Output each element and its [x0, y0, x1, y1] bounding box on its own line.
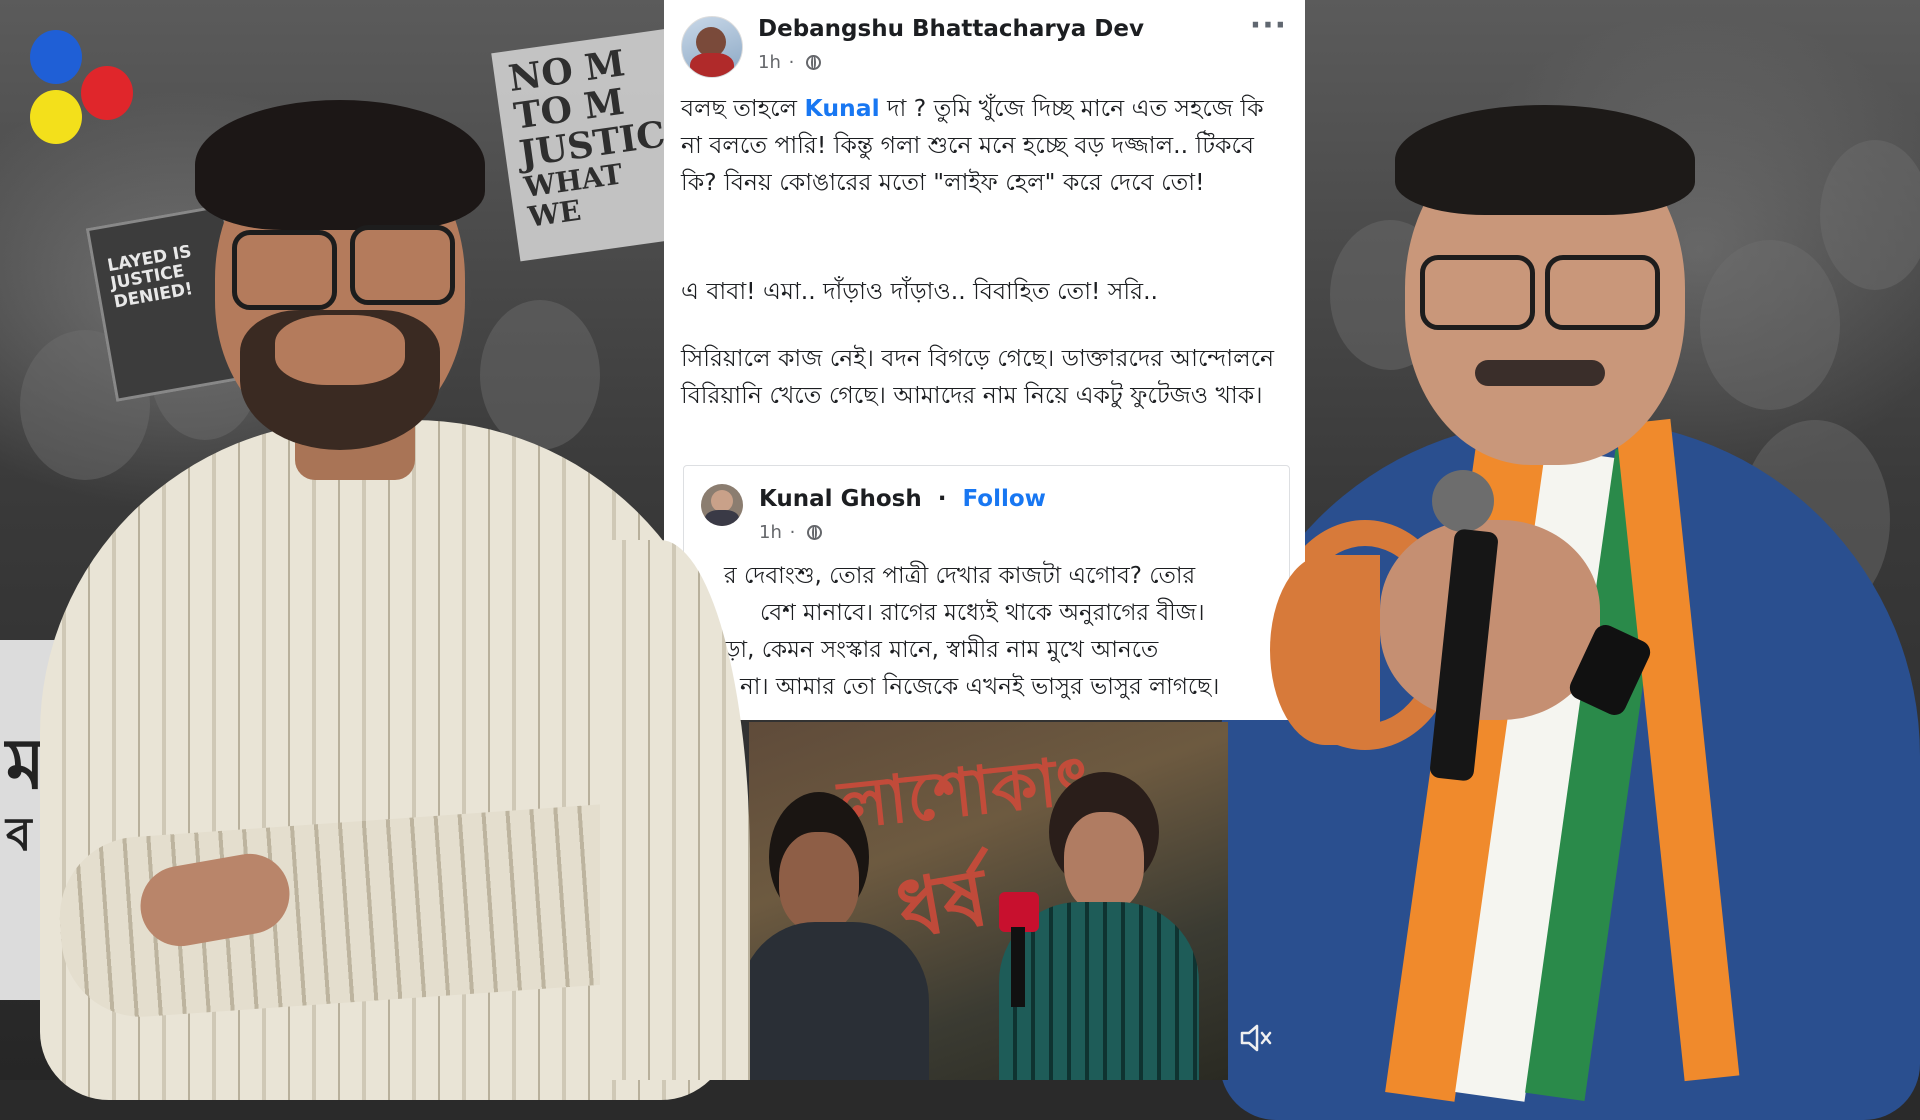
shared-author-avatar[interactable]	[701, 484, 743, 526]
post-meta: 1h ·	[758, 52, 822, 73]
post-body: বলছ তাহলে Kunal দা ? তুমি খুঁজে দিচ্ছ মা…	[681, 90, 1281, 201]
shared-line-1: র দেবাংশু, তোর পাত্রী দেখার কাজটা এগোব? …	[724, 563, 1196, 589]
shared-meta: 1h ·	[759, 522, 823, 543]
post-paragraph-3: সিরিয়ালে কাজ নেই। বদন বিগড়ে গেছে। ডাক্…	[681, 344, 1275, 409]
shared-post[interactable]: Kunal Ghosh · Follow 1h · র দেবাংশু, তোর…	[683, 465, 1290, 720]
shared-author-name[interactable]: Kunal Ghosh	[759, 486, 922, 512]
more-options-button[interactable]: ···	[1250, 8, 1287, 43]
video-thumbnail[interactable]: লাশোকাৎ ধর্ষ	[749, 722, 1228, 1080]
post-paragraph-2: এ বাবা! এমা.. দাঁড়াও দাঁড়াও.. বিবাহিত …	[681, 277, 1159, 305]
mention-link[interactable]: Kunal	[805, 94, 880, 122]
speaker-muted-icon[interactable]	[1238, 1022, 1278, 1056]
globe-icon	[807, 525, 823, 540]
post-paragraph-1: বলছ তাহলে Kunal দা ? তুমি খুঁজে দিচ্ছ মা…	[681, 94, 1264, 196]
facebook-post-card: Debangshu Bhattacharya Dev 1h · ··· বলছ …	[664, 0, 1305, 720]
shared-header: Kunal Ghosh · Follow	[759, 486, 1046, 512]
post-time[interactable]: 1h	[758, 52, 781, 73]
shared-post-text: র দেবাংশু, তোর পাত্রী দেখার কাজটা এগোব? …	[724, 558, 1219, 706]
shared-post-time[interactable]: 1h	[759, 522, 782, 543]
shared-line-2: বেশ মানাবে। রাগের মধ্যেই থাকে অনুরাগের ব…	[760, 600, 1205, 626]
author-avatar[interactable]	[681, 16, 743, 78]
right-person-garland	[1270, 555, 1380, 745]
globe-icon	[806, 55, 822, 70]
post-author-name[interactable]: Debangshu Bhattacharya Dev	[758, 16, 1144, 42]
follow-button[interactable]: Follow	[962, 486, 1045, 512]
shared-line-4: না। আমার তো নিজেকে এখনই ভাসুর ভাসুর লাগছ…	[740, 674, 1220, 700]
shared-line-3: ড়া, কেমন সংস্কার মানে, স্বামীর নাম মুখে…	[724, 637, 1159, 663]
